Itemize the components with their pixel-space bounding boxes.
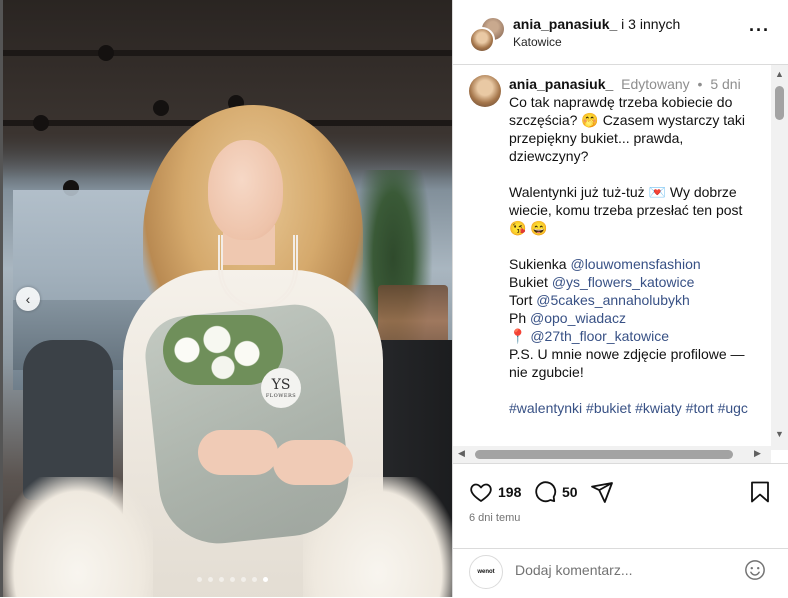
mention-link[interactable]: @ys_flowers_katowice xyxy=(552,274,695,290)
save-button[interactable] xyxy=(749,480,771,504)
author-username[interactable]: ania_panasiuk_ xyxy=(513,16,617,32)
feathers-left xyxy=(3,477,153,597)
comment-count[interactable]: 50 xyxy=(562,484,578,500)
vertical-scrollbar[interactable]: ▲ ▼ xyxy=(771,65,788,450)
pendant-lamp xyxy=(153,100,169,116)
emoji-icon[interactable] xyxy=(744,559,766,581)
more-horizontal-icon: ··· xyxy=(749,20,770,40)
carousel-dots xyxy=(197,577,268,582)
chair xyxy=(23,340,113,500)
face xyxy=(208,140,283,240)
post-actions: 198 50 6 dni temu xyxy=(453,463,788,549)
hashtag-link[interactable]: #walentynki xyxy=(509,400,582,416)
heart-icon xyxy=(470,483,492,502)
header-usernames: ania_panasiuk_ i 3 innych xyxy=(513,16,680,32)
post-sidebar: ania_panasiuk_ i 3 innych Katowice ··· a… xyxy=(452,0,788,597)
caption-text: Walentynki już tuż-tuż xyxy=(509,184,645,200)
scroll-down-icon[interactable]: ▼ xyxy=(775,429,784,439)
pendant-lamp xyxy=(98,45,114,61)
hand-right xyxy=(273,440,353,485)
hashtag-link[interactable]: #ugc xyxy=(718,400,748,416)
hand-left xyxy=(198,430,278,475)
like-button[interactable]: 198 xyxy=(469,480,521,504)
mention-link[interactable]: @opo_wiadacz xyxy=(530,310,626,326)
comment-input[interactable] xyxy=(513,561,737,579)
emoji: 💌 xyxy=(648,184,666,200)
caption-avatar[interactable] xyxy=(469,75,501,107)
credit-label: Tort xyxy=(509,292,533,308)
brand-logo: YS FLOWERS xyxy=(261,368,301,408)
ceiling-beam xyxy=(3,50,452,56)
share-button[interactable] xyxy=(590,480,614,504)
author-avatar[interactable] xyxy=(469,27,495,53)
horizontal-scrollbar[interactable]: ◀ ▶ xyxy=(453,446,771,463)
carousel-dot xyxy=(230,577,235,582)
carousel-dot xyxy=(208,577,213,582)
post-timestamp[interactable]: 6 dni temu xyxy=(469,512,520,524)
comment-button[interactable]: 50 xyxy=(533,480,578,504)
more-options-button[interactable]: ··· xyxy=(749,20,770,41)
bookmark-icon xyxy=(751,481,769,503)
hashtags: #walentynki #bukiet #kwiaty #tort #ugc xyxy=(509,399,764,417)
caption: ania_panasiuk_ Edytowany • 5 dni Co tak … xyxy=(509,75,764,417)
meta-separator: • xyxy=(697,76,703,92)
brand-logo-text: YS xyxy=(271,377,291,393)
caption-username[interactable]: ania_panasiuk_ xyxy=(509,76,613,92)
hashtag-link[interactable]: #kwiaty xyxy=(635,400,682,416)
chevron-left-icon: ‹ xyxy=(25,291,31,307)
mention-link[interactable]: @27th_floor_katowice xyxy=(530,328,669,344)
coauthors-link[interactable]: i 3 innych xyxy=(621,16,680,32)
scroll-left-icon[interactable]: ◀ xyxy=(458,448,465,459)
carousel-dot-active xyxy=(263,577,268,582)
carousel-dot xyxy=(241,577,246,582)
credit-label: Bukiet xyxy=(509,274,548,290)
add-comment-bar: wenot xyxy=(453,548,788,598)
post-photo[interactable]: YS FLOWERS ‹ xyxy=(3,0,452,597)
brand-logo-subtext: FLOWERS xyxy=(265,393,297,399)
viewer-avatar: wenot xyxy=(469,555,503,589)
emoji: 🤭 xyxy=(581,112,599,128)
hashtag-link[interactable]: #bukiet xyxy=(586,400,631,416)
pin-icon: 📍 xyxy=(509,328,527,344)
carousel-dot xyxy=(219,577,224,582)
send-icon xyxy=(591,482,613,503)
edited-label: Edytowany xyxy=(621,76,690,92)
mention-link[interactable]: @5cakes_annaholubykh xyxy=(536,292,690,308)
comment-icon xyxy=(535,481,557,503)
carousel-dot xyxy=(197,577,202,582)
pendant-lamp xyxy=(33,115,49,131)
carousel-dot xyxy=(252,577,257,582)
scroll-right-icon[interactable]: ▶ xyxy=(754,448,761,459)
comments-area: ania_panasiuk_ Edytowany • 5 dni Co tak … xyxy=(453,65,771,450)
carousel-prev-button[interactable]: ‹ xyxy=(16,287,40,311)
caption-age: 5 dni xyxy=(710,76,741,92)
credit-label: Ph xyxy=(509,310,527,326)
scrollbar-thumb[interactable] xyxy=(775,86,784,120)
like-count[interactable]: 198 xyxy=(498,484,521,500)
credit-label: Sukienka xyxy=(509,256,567,272)
mention-link[interactable]: @louwomensfashion xyxy=(570,256,700,272)
caption-ps: P.S. U mnie nowe zdjęcie profilowe — nie… xyxy=(509,346,745,380)
post-header: ania_panasiuk_ i 3 innych Katowice ··· xyxy=(453,0,788,65)
emoji: 😄 xyxy=(530,220,548,236)
scrollbar-thumb[interactable] xyxy=(475,450,733,459)
hashtag-link[interactable]: #tort xyxy=(686,400,714,416)
scroll-up-icon[interactable]: ▲ xyxy=(775,69,784,79)
location-link[interactable]: Katowice xyxy=(513,35,562,49)
emoji: 😘 xyxy=(509,220,527,236)
